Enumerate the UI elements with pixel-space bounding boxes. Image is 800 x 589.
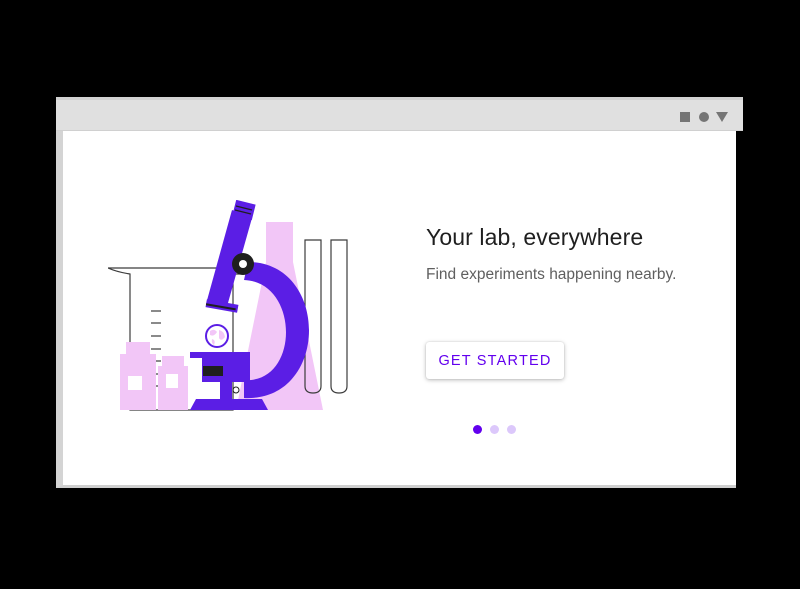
title-bar — [56, 97, 743, 131]
page-subtitle: Find experiments happening nearby. — [426, 266, 677, 283]
test-tube-2 — [330, 239, 348, 394]
page-indicator-dot-2[interactable] — [490, 425, 499, 434]
square-icon[interactable] — [680, 112, 690, 122]
page-indicator-dot-1[interactable] — [473, 425, 482, 434]
lab-microscope-illustration — [108, 200, 348, 411]
page-indicator-dot-3[interactable] — [507, 425, 516, 434]
circle-icon[interactable] — [699, 112, 709, 122]
microscope-stage — [190, 352, 250, 358]
get-started-button[interactable]: GET STARTED — [426, 342, 564, 379]
microscope-base — [190, 399, 268, 410]
page-title: Your lab, everywhere — [426, 224, 644, 250]
triangle-icon[interactable] — [716, 112, 728, 122]
